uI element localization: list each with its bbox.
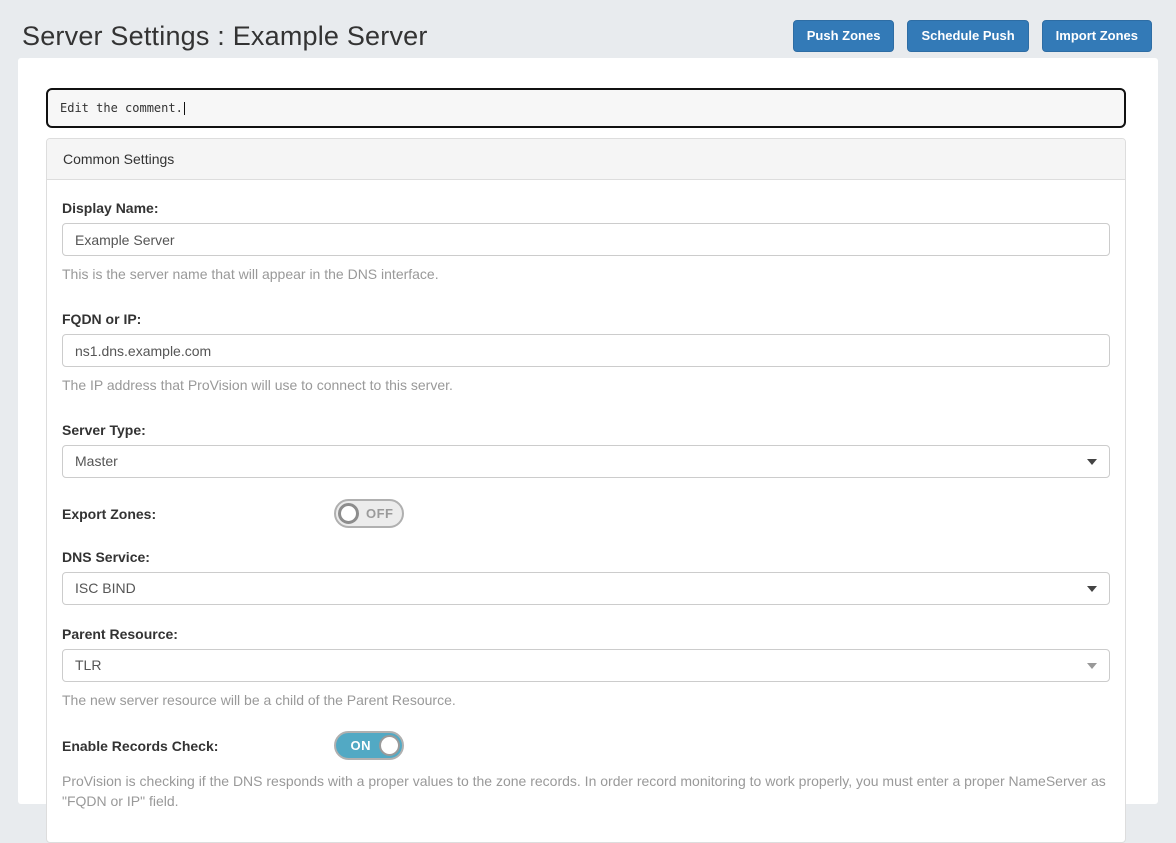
common-settings-panel: Common Settings Display Name: This is th… <box>46 138 1126 843</box>
settings-card: Edit the comment. Common Settings Displa… <box>18 58 1158 843</box>
toggle-state-label: ON <box>350 738 371 753</box>
schedule-push-button[interactable]: Schedule Push <box>907 20 1029 52</box>
export-zones-label: Export Zones: <box>62 505 157 522</box>
dropdown-arrow-icon <box>1087 459 1097 465</box>
page-title: Server Settings : Example Server <box>22 20 428 51</box>
server-type-label: Server Type: <box>62 422 146 438</box>
page-header: Server Settings : Example Server Push Zo… <box>0 0 1176 58</box>
server-type-value: Master <box>62 445 1110 478</box>
records-check-label: Enable Records Check: <box>62 737 219 754</box>
dropdown-arrow-icon <box>1087 586 1097 592</box>
parent-resource-help: The new server resource will be a child … <box>62 692 456 708</box>
toggle-knob-icon <box>379 735 400 756</box>
fqdn-label: FQDN or IP: <box>62 311 142 327</box>
dns-service-value: ISC BIND <box>62 572 1110 605</box>
display-name-label: Display Name: <box>62 200 159 216</box>
fqdn-help: The IP address that ProVision will use t… <box>62 377 453 393</box>
parent-resource-group: Parent Resource: TLR The new server reso… <box>62 626 1110 710</box>
import-zones-button[interactable]: Import Zones <box>1041 20 1152 52</box>
text-cursor <box>183 102 185 115</box>
records-check-help: ProVision is checking if the DNS respond… <box>62 773 1106 809</box>
export-zones-group: Export Zones: OFF <box>62 499 1110 528</box>
parent-resource-select[interactable]: TLR <box>62 649 1110 682</box>
header-buttons: Push Zones Schedule Push Import Zones <box>792 20 1152 52</box>
export-zones-toggle[interactable]: OFF <box>334 499 404 528</box>
panel-body: Display Name: This is the server name th… <box>47 180 1125 842</box>
display-name-group: Display Name: This is the server name th… <box>62 200 1110 284</box>
display-name-help: This is the server name that will appear… <box>62 266 439 282</box>
server-type-group: Server Type: Master <box>62 422 1110 478</box>
display-name-input[interactable] <box>62 223 1110 256</box>
toggle-state-label: OFF <box>366 506 394 521</box>
records-check-group: Enable Records Check: ON <box>62 731 1110 760</box>
dropdown-arrow-icon <box>1087 663 1097 669</box>
panel-header: Common Settings <box>47 139 1125 180</box>
dns-service-select[interactable]: ISC BIND <box>62 572 1110 605</box>
comment-textarea[interactable]: Edit the comment. <box>46 88 1126 128</box>
fqdn-input[interactable] <box>62 334 1110 367</box>
toggle-knob-icon <box>338 503 359 524</box>
records-check-toggle[interactable]: ON <box>334 731 404 760</box>
parent-resource-label: Parent Resource: <box>62 626 178 642</box>
comment-text: Edit the comment. <box>60 101 183 115</box>
push-zones-button[interactable]: Push Zones <box>792 20 895 52</box>
fqdn-group: FQDN or IP: The IP address that ProVisio… <box>62 311 1110 395</box>
server-type-select[interactable]: Master <box>62 445 1110 478</box>
dns-service-group: DNS Service: ISC BIND <box>62 549 1110 605</box>
dns-service-label: DNS Service: <box>62 549 150 565</box>
parent-resource-value: TLR <box>62 649 1110 682</box>
